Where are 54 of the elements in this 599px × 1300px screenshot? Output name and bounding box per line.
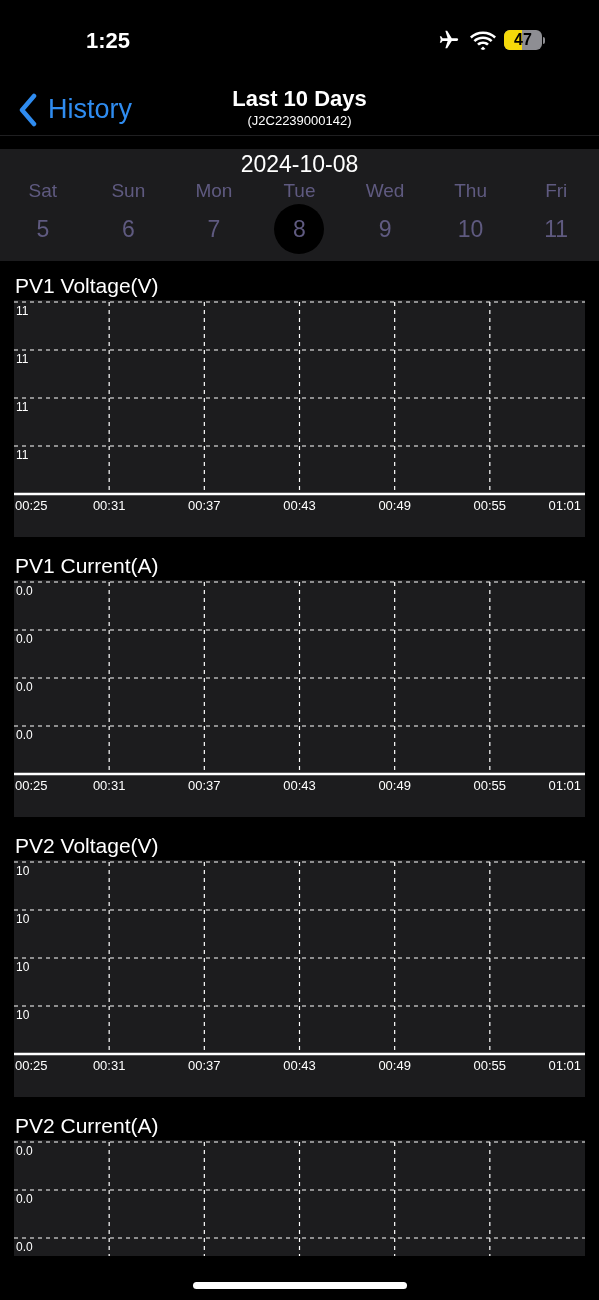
day-picker-item[interactable]: Thu 10 [427, 178, 514, 254]
y-axis-label: 10 [16, 864, 30, 878]
x-axis-label: 00:43 [283, 498, 316, 513]
x-axis-label: 00:25 [15, 1058, 48, 1073]
day-picker-item[interactable]: Fri 11 [513, 178, 599, 254]
x-axis-label: 00:49 [378, 778, 411, 793]
chart-title: PV2 Voltage(V) [14, 833, 160, 859]
wifi-icon [470, 30, 496, 50]
y-axis-label: 11 [16, 304, 29, 318]
y-axis-label: 11 [16, 400, 29, 414]
x-axis-label: 00:31 [92, 778, 126, 793]
y-axis-label: 11 [16, 352, 29, 366]
day-picker-item[interactable]: Sun 6 [85, 178, 172, 254]
y-axis-label: 0.0 [16, 584, 33, 598]
y-axis-label: 0.0 [16, 632, 33, 646]
x-axis-label: 00:43 [283, 778, 316, 793]
x-axis-label: 00:31 [92, 1058, 126, 1073]
chart-title: PV2 Current(A) [14, 1113, 160, 1139]
x-axis-label: 00:55 [473, 778, 507, 793]
x-axis-label: 00:25 [15, 778, 48, 793]
day-picker-item[interactable]: Wed 9 [342, 178, 428, 254]
y-axis-label: 0.0 [16, 1192, 33, 1206]
x-axis-label: 01:01 [548, 778, 581, 793]
y-axis-label: 10 [16, 912, 30, 926]
x-axis-label: 01:01 [548, 498, 581, 513]
y-axis-label: 10 [16, 1008, 30, 1022]
x-axis-label: 00:55 [473, 498, 507, 513]
y-axis-label: 0.0 [16, 1240, 33, 1254]
x-axis-label: 00:31 [92, 498, 126, 513]
y-axis-label: 11 [16, 448, 29, 462]
day-picker-item[interactable]: Tue 8 [256, 178, 343, 254]
y-axis-label: 0.0 [16, 680, 33, 694]
x-axis-label: 00:49 [378, 498, 411, 513]
x-axis-label: 01:01 [548, 1058, 581, 1073]
x-axis-label: 00:43 [283, 1058, 316, 1073]
y-axis-label: 0.0 [16, 1144, 33, 1158]
device-serial: (J2C2239000142) [247, 112, 352, 130]
page-title: Last 10 Days [232, 86, 367, 112]
y-axis-label: 0.0 [16, 728, 33, 742]
x-axis-label: 00:37 [188, 1058, 221, 1073]
x-axis-label: 00:49 [378, 1058, 411, 1073]
x-axis-label: 00:37 [188, 778, 221, 793]
x-axis-label: 00:55 [473, 1058, 507, 1073]
status-time: 1:25 [86, 26, 131, 55]
day-picker-item[interactable]: Sat 5 [0, 178, 86, 254]
day-picker-item[interactable]: Mon 7 [171, 178, 257, 254]
y-axis-label: 10 [16, 960, 30, 974]
x-axis-label: 00:25 [15, 498, 48, 513]
chart-title: PV1 Voltage(V) [14, 273, 160, 299]
back-button[interactable]: History [0, 87, 132, 130]
selected-date: 2024-10-08 [240, 150, 359, 178]
chart-title: PV1 Current(A) [14, 553, 160, 579]
chevron-left-icon [18, 92, 38, 127]
x-axis-label: 00:37 [188, 498, 221, 513]
